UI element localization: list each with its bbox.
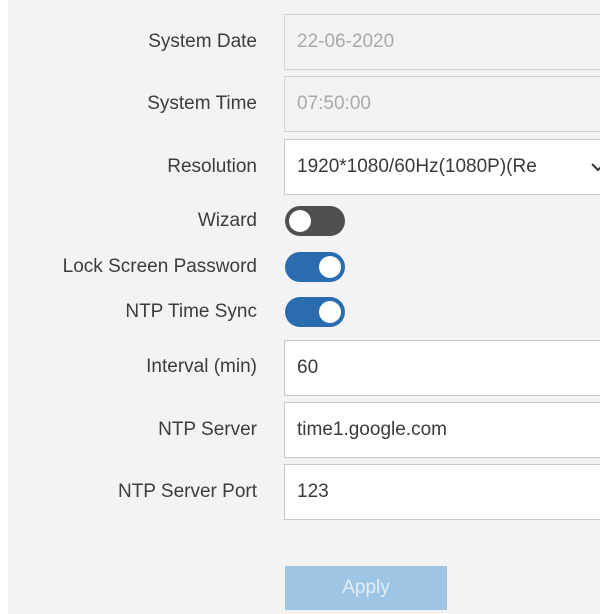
lock-screen-password-toggle[interactable] <box>285 252 345 282</box>
toggle-knob <box>319 256 341 278</box>
system-time-label: System Time <box>147 93 257 114</box>
resolution-label: Resolution <box>167 156 257 177</box>
toggle-knob <box>289 210 311 232</box>
lock-screen-password-label: Lock Screen Password <box>62 256 257 277</box>
wizard-toggle[interactable] <box>285 206 345 236</box>
interval-label: Interval (min) <box>146 356 257 377</box>
ntp-server-input[interactable]: time1.google.com <box>284 402 600 458</box>
resolution-select[interactable]: 1920*1080/60Hz(1080P)(Re <box>284 139 600 195</box>
apply-button[interactable]: Apply <box>285 566 447 610</box>
resolution-value: 1920*1080/60Hz(1080P)(Re <box>297 156 537 177</box>
ntp-time-sync-toggle[interactable] <box>285 297 345 327</box>
system-date-field: 22-06-2020 <box>284 14 600 70</box>
ntp-server-port-input[interactable]: 123 <box>284 464 600 520</box>
wizard-label: Wizard <box>197 210 257 231</box>
toggle-knob <box>319 301 341 323</box>
system-date-label: System Date <box>148 31 257 52</box>
ntp-time-sync-label: NTP Time Sync <box>125 301 257 322</box>
chevron-down-icon[interactable] <box>587 140 600 194</box>
ntp-server-port-label: NTP Server Port <box>117 481 257 502</box>
ntp-server-label: NTP Server <box>158 419 257 440</box>
system-time-field: 07:50:00 <box>284 76 600 132</box>
interval-input[interactable]: 60 <box>284 340 600 396</box>
